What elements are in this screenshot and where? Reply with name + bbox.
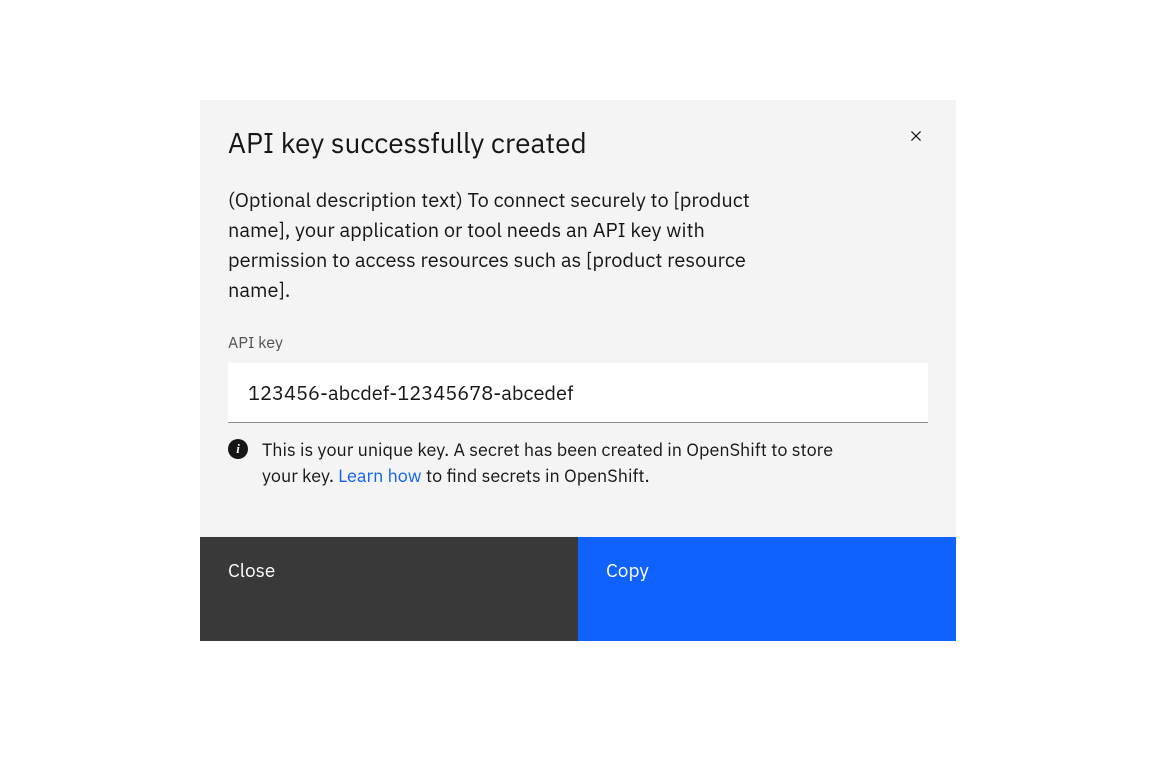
close-button[interactable]: Close [200, 537, 578, 641]
modal-title: API key successfully created [228, 124, 928, 161]
info-icon: i [228, 439, 248, 459]
modal-description: (Optional description text) To connect s… [228, 185, 788, 305]
learn-how-link[interactable]: Learn how [338, 464, 421, 487]
modal-footer: Close Copy [200, 537, 956, 641]
api-key-field-wrapper [228, 363, 928, 423]
api-key-modal: API key successfully created (Optional d… [200, 100, 956, 641]
api-key-label: API key [228, 333, 928, 353]
close-icon-button[interactable] [900, 120, 932, 152]
api-key-input[interactable] [228, 363, 928, 422]
close-icon [906, 126, 926, 146]
info-row: i This is your unique key. A secret has … [228, 437, 928, 489]
info-text-after: to find secrets in OpenShift. [422, 464, 650, 487]
modal-body: API key successfully created (Optional d… [200, 100, 956, 537]
info-text: This is your unique key. A secret has be… [262, 437, 842, 489]
copy-button[interactable]: Copy [578, 537, 956, 641]
